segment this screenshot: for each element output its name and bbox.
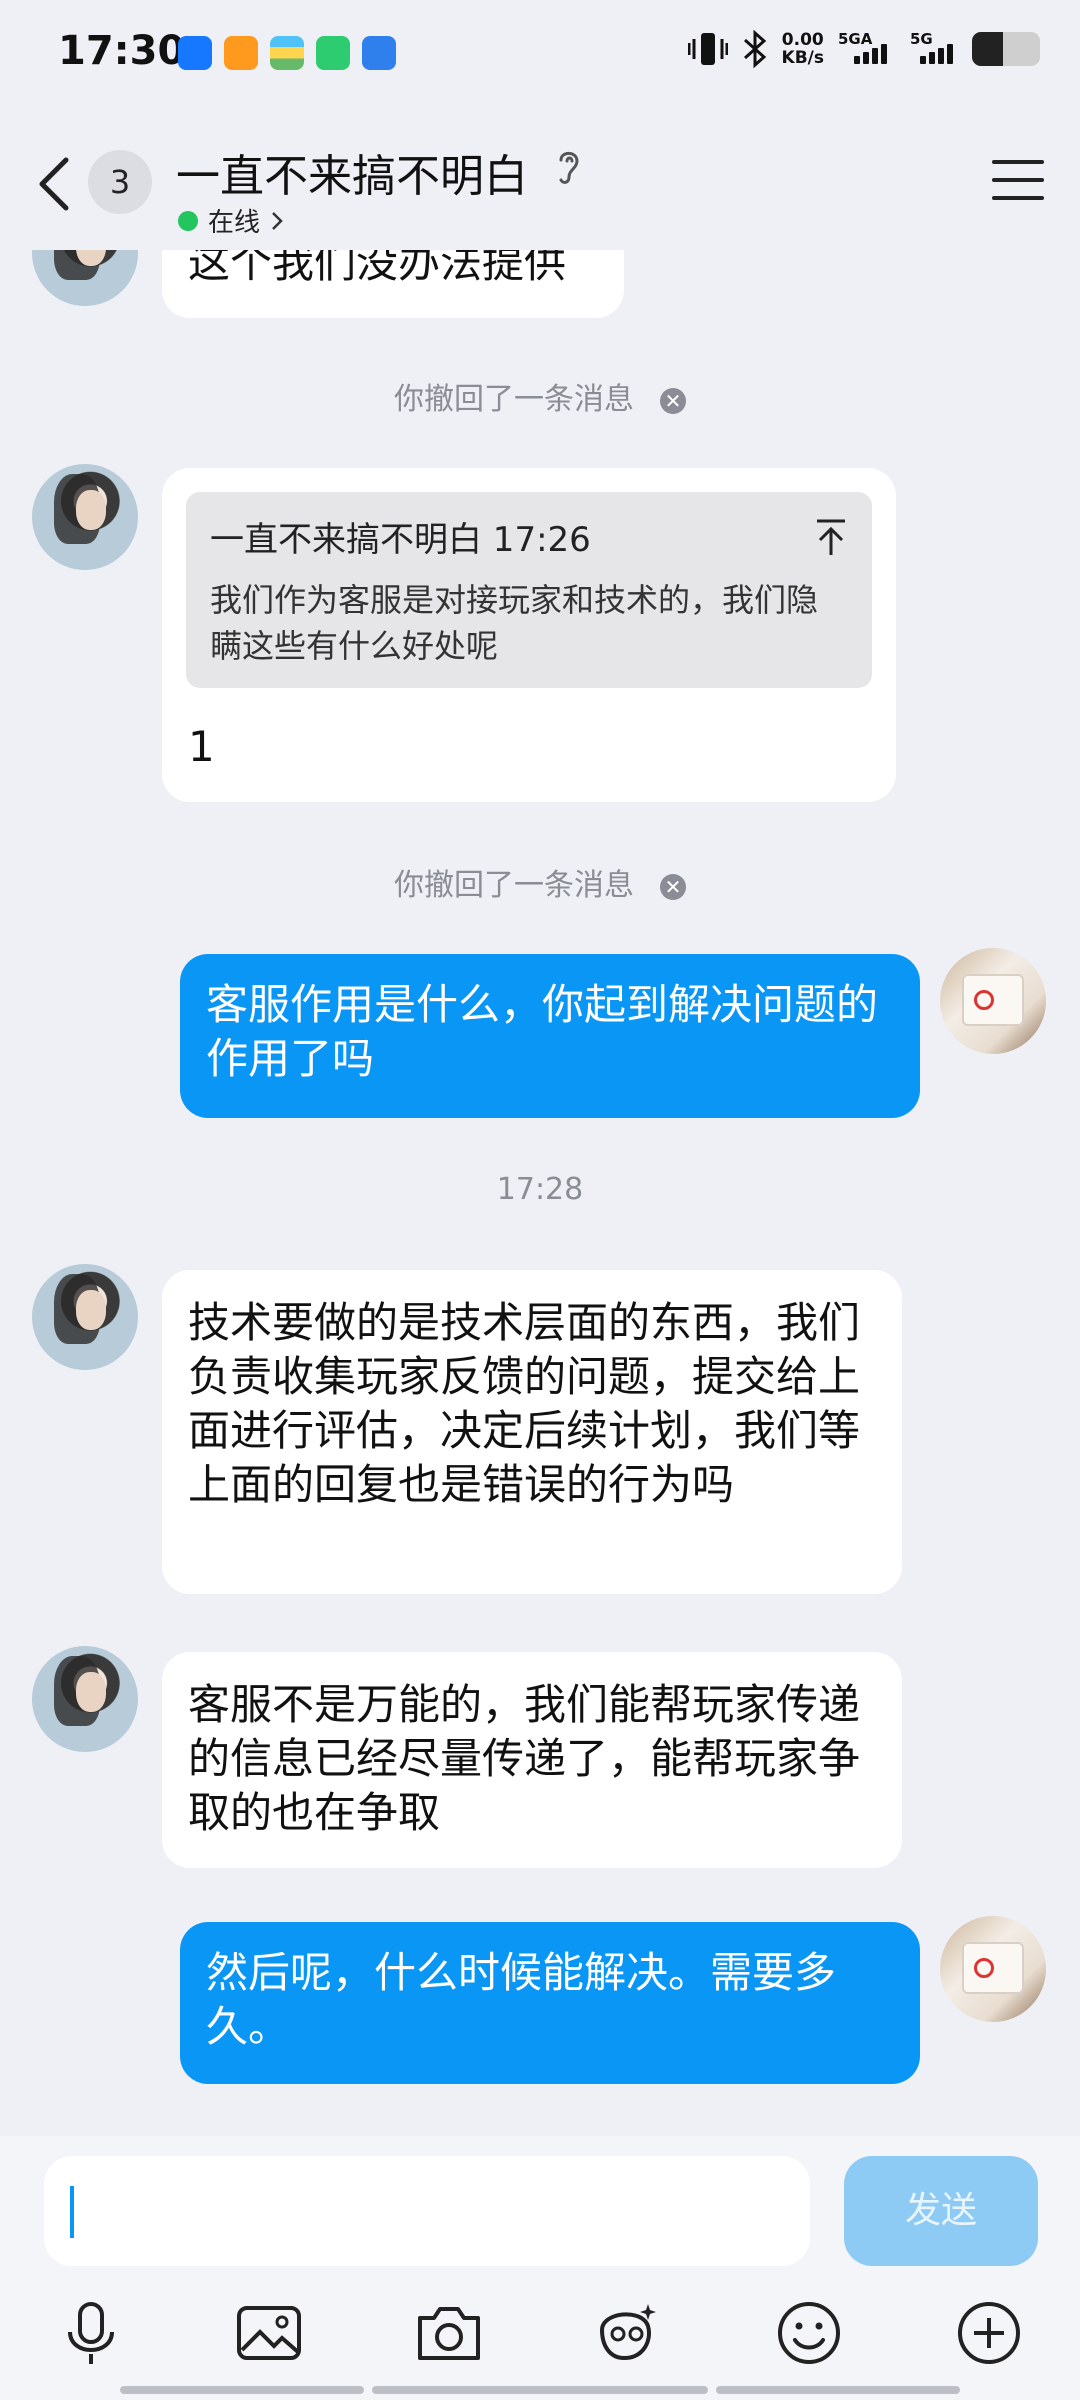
timestamp: 17:28 xyxy=(496,1172,584,1207)
message-bubble-incoming[interactable]: 技术要做的是技术层面的东西，我们负责收集玩家反馈的问题，提交给上面进行评估，决定… xyxy=(162,1270,902,1594)
message-bubble-incoming[interactable]: 客服不是万能的，我们能帮玩家传递的信息已经尽量传递了，能帮玩家争取的也在争取 xyxy=(162,1652,902,1868)
quote-text: 我们作为客服是对接玩家和技术的，我们隐瞒这些有什么好处呢 xyxy=(210,581,819,665)
online-dot-icon xyxy=(178,210,198,231)
recalled-text: 你撤回了一条消息 xyxy=(394,868,634,903)
dismiss-icon[interactable]: ✕ xyxy=(660,873,686,900)
gesture-bar xyxy=(120,2386,364,2394)
message-input[interactable] xyxy=(44,2156,810,2266)
my-avatar[interactable] xyxy=(940,948,1046,1054)
chevron-right-icon xyxy=(272,211,283,230)
app-notification-icon xyxy=(362,36,396,70)
notification-icons xyxy=(178,36,396,70)
unread-count-badge[interactable]: 3 xyxy=(88,150,152,214)
signal-label: 5GA xyxy=(838,30,873,48)
message-text: 客服不是万能的，我们能帮玩家传递的信息已经尽量传递了，能帮玩家争取的也在争取 xyxy=(188,1680,861,1837)
input-toolbar xyxy=(0,2286,1080,2376)
battery-icon xyxy=(972,32,1040,66)
online-status-label: 在线 xyxy=(208,208,261,238)
app-notification-icon xyxy=(224,36,258,70)
message-list[interactable]: 这个我们没办法提供 你撤回了一条消息 ✕ 一直不来搞不明白 17:26 我们作为客… xyxy=(0,0,1080,2136)
vibrate-icon xyxy=(687,33,728,65)
gesture-bar xyxy=(372,2386,708,2394)
signal-5g-icon: 5G xyxy=(910,30,958,64)
send-button[interactable]: 发送 xyxy=(844,2156,1038,2266)
text-caret xyxy=(70,2186,74,2238)
microphone-icon[interactable] xyxy=(58,2300,124,2366)
dismiss-icon[interactable]: ✕ xyxy=(660,387,686,414)
recalled-notice: 你撤回了一条消息 ✕ xyxy=(0,860,1080,904)
my-avatar[interactable] xyxy=(940,1916,1046,2022)
app-notification-icon xyxy=(178,36,212,70)
chat-header: 3 一直不来搞不明白 在线 xyxy=(0,110,1080,250)
message-bubble-outgoing[interactable]: 客服作用是什么，你起到解决问题的作用了吗 xyxy=(180,954,920,1118)
signal-label: 5G xyxy=(910,30,933,48)
contact-avatar[interactable] xyxy=(32,464,138,570)
network-speed-value: 0.00 xyxy=(781,30,824,50)
emoji-icon[interactable] xyxy=(776,2300,842,2366)
message-text: 1 xyxy=(188,722,215,771)
jump-to-top-icon[interactable] xyxy=(814,518,848,556)
camera-icon[interactable] xyxy=(416,2300,482,2366)
quoted-message[interactable]: 一直不来搞不明白 17:26 我们作为客服是对接玩家和技术的，我们隐瞒这些有什么… xyxy=(186,492,872,688)
signal-5ga-icon: 5GA xyxy=(838,30,896,64)
system-indicators: 0.00 KB/s 5GA 5G xyxy=(687,30,1040,68)
plus-icon[interactable] xyxy=(956,2300,1022,2366)
message-text: 技术要做的是技术层面的东西，我们负责收集玩家反馈的问题，提交给上面进行评估，决定… xyxy=(188,1298,861,1509)
status-bar: 17:30 0.00 KB/s 5GA 5G xyxy=(0,0,1080,110)
ear-icon[interactable] xyxy=(554,146,584,188)
back-icon[interactable] xyxy=(34,154,74,214)
gesture-bar xyxy=(716,2386,960,2394)
message-text: 客服作用是什么，你起到解决问题的作用了吗 xyxy=(206,980,879,1083)
contact-avatar[interactable] xyxy=(32,1264,138,1370)
recalled-text: 你撤回了一条消息 xyxy=(394,382,634,417)
app-notification-icon xyxy=(270,36,304,70)
quote-author-time: 一直不来搞不明白 17:26 xyxy=(210,520,591,560)
app-notification-icon xyxy=(316,36,350,70)
recalled-notice: 你撤回了一条消息 ✕ xyxy=(0,374,1080,418)
message-text: 然后呢，什么时候能解决。需要多久。 xyxy=(206,1948,837,2051)
input-bar: 发送 xyxy=(0,2136,1080,2400)
chat-title[interactable]: 一直不来搞不明白 xyxy=(176,140,528,204)
clock: 17:30 xyxy=(58,28,186,74)
online-status[interactable]: 在线 xyxy=(178,202,284,239)
menu-icon[interactable] xyxy=(992,158,1044,202)
bluetooth-icon xyxy=(743,30,766,68)
battery-level xyxy=(972,32,1003,66)
contact-avatar[interactable] xyxy=(32,1646,138,1752)
image-icon[interactable] xyxy=(236,2300,302,2366)
network-speed: 0.00 KB/s xyxy=(782,31,824,67)
message-bubble-outgoing[interactable]: 然后呢，什么时候能解决。需要多久。 xyxy=(180,1922,920,2084)
network-speed-unit: KB/s xyxy=(781,48,824,68)
ai-avatar-icon[interactable] xyxy=(594,2300,660,2366)
